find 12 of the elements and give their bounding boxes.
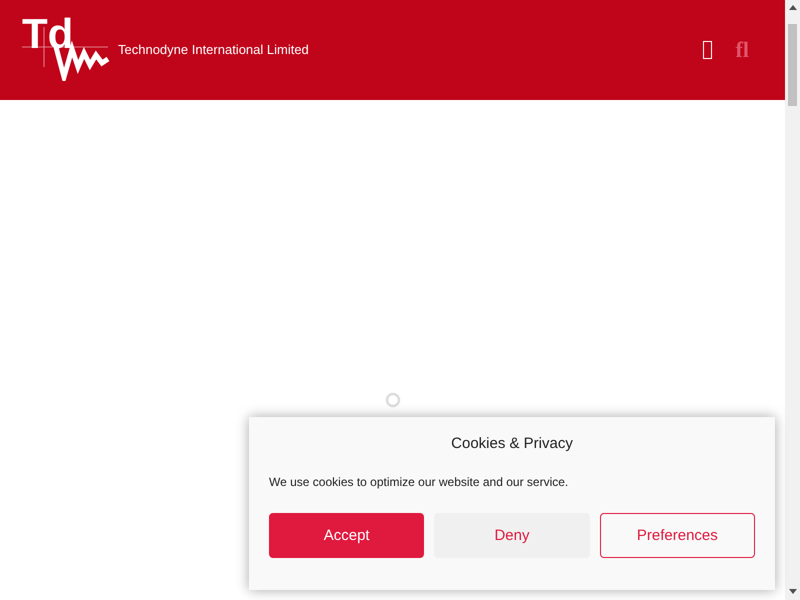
scroll-down-icon[interactable] — [788, 589, 796, 595]
banner-message: We use cookies to optimize our website and our service. — [269, 475, 570, 489]
accept-button[interactable]: Accept — [269, 513, 424, 558]
scroll-up-icon[interactable] — [788, 4, 796, 10]
spinner-icon — [385, 392, 401, 408]
deny-button[interactable]: Deny — [434, 513, 590, 558]
box-icon[interactable] — [702, 41, 712, 59]
company-name: Technodyne International Limited — [118, 42, 309, 56]
scrollbar-thumb[interactable] — [788, 24, 797, 106]
logo[interactable]: Td — [22, 19, 110, 81]
preferences-button[interactable]: Preferences — [600, 513, 755, 558]
banner-title: Cookies & Privacy — [450, 435, 574, 452]
